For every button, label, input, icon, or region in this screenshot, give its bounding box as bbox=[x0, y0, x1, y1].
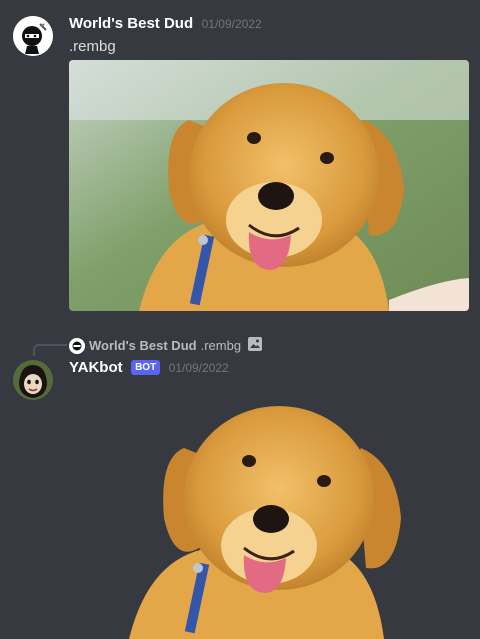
ninja-avatar-icon bbox=[69, 337, 85, 354]
bot-avatar[interactable] bbox=[13, 360, 53, 400]
puppy-background-removed bbox=[129, 406, 401, 639]
image-attachment-result[interactable] bbox=[69, 388, 469, 639]
timestamp: 01/09/2022 bbox=[168, 361, 229, 375]
reply-avatar bbox=[69, 337, 85, 354]
user-avatar[interactable] bbox=[13, 16, 53, 56]
reply-username[interactable]: World's Best Dud bbox=[89, 338, 197, 353]
reply-content: .rembg bbox=[200, 338, 242, 353]
username[interactable]: YAKbot bbox=[69, 359, 123, 376]
message-world-best-dud: World's Best Dud 01/09/2022 .rembg bbox=[0, 0, 480, 320]
bot-badge: BOT bbox=[131, 360, 161, 375]
puppy-photo bbox=[69, 60, 469, 311]
message-header: World's Best Dud 01/09/2022 bbox=[69, 15, 262, 33]
image-icon bbox=[247, 336, 263, 355]
message-content: .rembg bbox=[69, 38, 116, 55]
message-header: YAKbot BOT 01/09/2022 bbox=[69, 359, 229, 377]
image-attachment[interactable] bbox=[69, 60, 469, 311]
timestamp: 01/09/2022 bbox=[201, 17, 262, 31]
yak-avatar-icon bbox=[13, 360, 53, 400]
reply-reference[interactable]: World's Best Dud .rembg bbox=[69, 336, 263, 355]
ninja-avatar-icon bbox=[13, 16, 53, 56]
username[interactable]: World's Best Dud bbox=[69, 15, 193, 32]
